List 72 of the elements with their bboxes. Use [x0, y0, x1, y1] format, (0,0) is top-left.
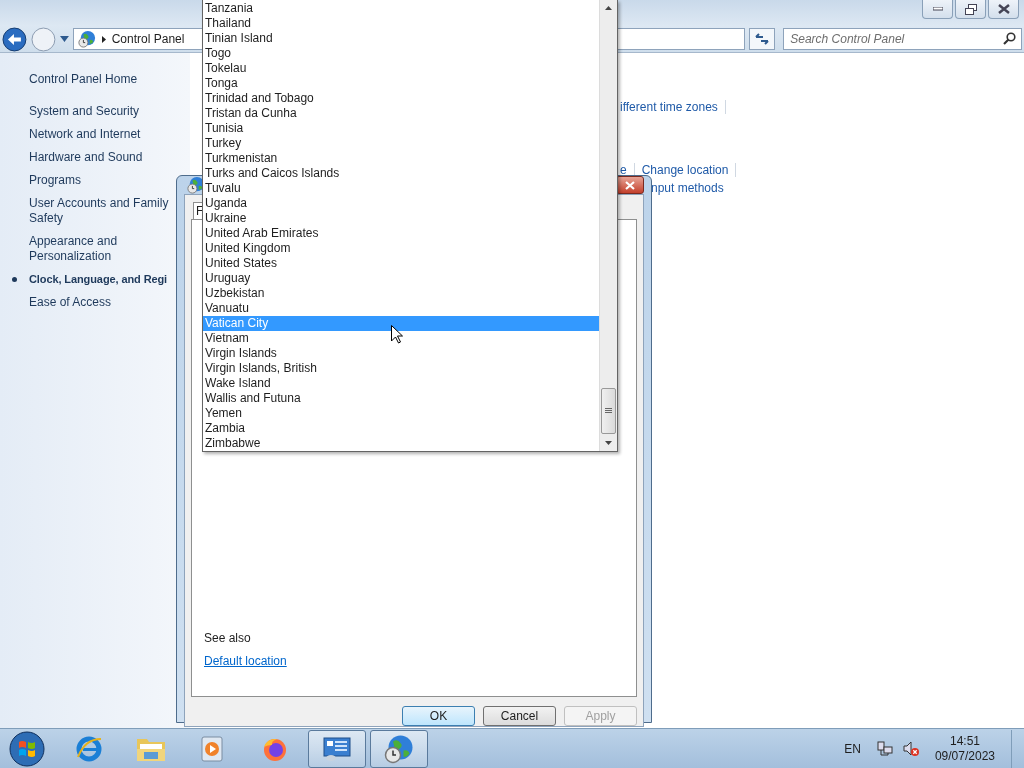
search-icon[interactable] [1003, 32, 1016, 45]
network-icon[interactable] [876, 740, 893, 757]
dialog-button[interactable]: OK [402, 706, 475, 726]
breadcrumb[interactable]: Control Panel [111, 32, 185, 46]
list-option[interactable]: Tuvalu [203, 181, 599, 196]
start-button[interactable] [8, 729, 46, 768]
list-option[interactable]: United Arab Emirates [203, 226, 599, 241]
sidebar-item[interactable]: Clock, Language, and Regi [29, 272, 168, 287]
close-button[interactable] [616, 176, 644, 194]
globe-clock-icon [384, 733, 414, 764]
list-option[interactable]: Thailand [203, 16, 599, 31]
sidebar-item[interactable]: User Accounts and Family Safety [29, 196, 179, 226]
list-option[interactable]: Vietnam [203, 331, 599, 346]
close-icon[interactable] [997, 4, 1010, 14]
back-button[interactable] [2, 26, 27, 52]
close-button[interactable] [988, 0, 1019, 19]
list-option[interactable]: Virgin Islands, British [203, 361, 599, 376]
list-option[interactable]: Uruguay [203, 271, 599, 286]
task-link[interactable]: ifferent time zones [620, 100, 726, 114]
list-option[interactable]: Uzbekistan [203, 286, 599, 301]
list-option[interactable]: Tonga [203, 76, 599, 91]
clock-date[interactable]: 09/07/2023 [934, 748, 995, 764]
dialog-button[interactable]: Cancel [483, 706, 556, 726]
scrollbar[interactable] [599, 0, 617, 451]
list-option[interactable]: Turkmenistan [203, 151, 599, 166]
sidebar-item[interactable]: Network and Internet [29, 127, 179, 142]
cursor-icon [391, 325, 403, 344]
list-option[interactable]: Tokelau [203, 61, 599, 76]
list-option[interactable]: Turkey [203, 136, 599, 151]
browser-icon[interactable] [75, 734, 103, 763]
clock-time[interactable]: 14:51 [949, 733, 980, 749]
search-field[interactable]: Search Control Panel [783, 28, 1022, 50]
list-option[interactable]: Tristan da Cunha [203, 106, 599, 121]
list-option[interactable]: Yemen [203, 406, 599, 421]
taskbar-button[interactable] [370, 729, 428, 768]
list-option[interactable]: Vanuatu [203, 301, 599, 316]
sidebar-link[interactable]: Control Panel Home [29, 72, 190, 86]
list-option[interactable]: United Kingdom [203, 241, 599, 256]
list-option[interactable]: Togo [203, 46, 599, 61]
restore-icon[interactable] [964, 3, 977, 15]
refresh-icon[interactable] [754, 32, 771, 46]
list-option[interactable]: Tunisia [203, 121, 599, 136]
list-option[interactable]: United States [203, 256, 599, 271]
list-option[interactable]: Tinian Island [203, 31, 599, 46]
list-option[interactable]: Turks and Caicos Islands [203, 166, 599, 181]
refresh-button[interactable] [749, 28, 776, 50]
control-panel-icon[interactable] [321, 734, 353, 763]
language-indicator[interactable]: EN [844, 741, 861, 756]
list-option[interactable]: Trinidad and Tobago [203, 91, 599, 106]
breadcrumb-arrow-icon [101, 35, 106, 43]
restore-button[interactable] [955, 0, 986, 19]
scroll-thumb[interactable] [601, 388, 616, 434]
task-link[interactable]: nput methods [651, 181, 731, 195]
sidebar-item[interactable]: Ease of Access [29, 295, 179, 310]
list-option[interactable]: Wallis and Futuna [203, 391, 599, 406]
media-player-icon[interactable] [200, 734, 226, 763]
sidebar-item[interactable]: Appearance and Personalization [29, 234, 179, 264]
muted-speaker-icon[interactable] [902, 740, 919, 757]
list-option[interactable]: Zambia [203, 421, 599, 436]
taskbar-button[interactable] [308, 729, 366, 768]
history-dropdown-icon[interactable] [59, 36, 69, 42]
sidebar-item[interactable]: Hardware and Sound [29, 150, 179, 165]
list-option[interactable]: Virgin Islands [203, 346, 599, 361]
minimize-icon[interactable] [932, 7, 943, 11]
section-heading: See also [204, 631, 252, 645]
bullet-icon [12, 277, 17, 282]
default-location-link[interactable]: Default location [204, 654, 287, 668]
sidebar-item[interactable]: System and Security [29, 104, 179, 119]
list-option[interactable]: Wake Island [203, 376, 599, 391]
globe-icon [77, 30, 96, 48]
list-option[interactable]: Zimbabwe [203, 436, 599, 451]
sidebar-item[interactable]: Programs [29, 173, 179, 188]
